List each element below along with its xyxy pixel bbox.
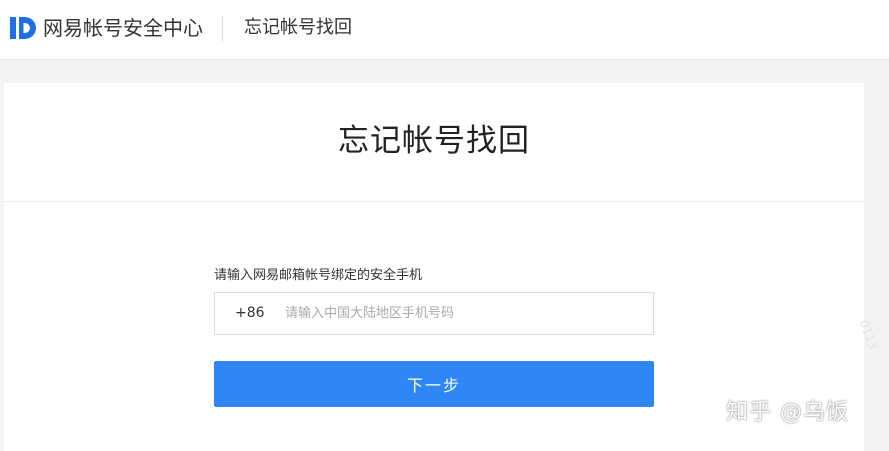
phone-number-input[interactable] [285, 293, 645, 334]
zhihu-watermark: 知乎 @乌饭 [726, 400, 849, 425]
phone-input-group: +86 [214, 292, 654, 335]
phone-field-label: 请输入网易邮箱帐号绑定的安全手机 [214, 268, 423, 283]
recovery-card: 忘记帐号找回 请输入网易邮箱帐号绑定的安全手机 +86 下一步 [4, 83, 864, 451]
page-title: 忘记帐号找回 [338, 123, 530, 159]
brand-title[interactable]: 网易帐号安全中心 [43, 14, 203, 42]
header-subtitle: 忘记帐号找回 [244, 17, 352, 38]
country-code[interactable]: +86 [235, 293, 265, 334]
card-header: 忘记帐号找回 [4, 83, 864, 202]
top-bar: 网易帐号安全中心 忘记帐号找回 [0, 0, 889, 60]
netease-id-logo-icon [10, 17, 36, 39]
header-divider [222, 16, 223, 41]
next-step-button[interactable]: 下一步 [214, 361, 654, 407]
